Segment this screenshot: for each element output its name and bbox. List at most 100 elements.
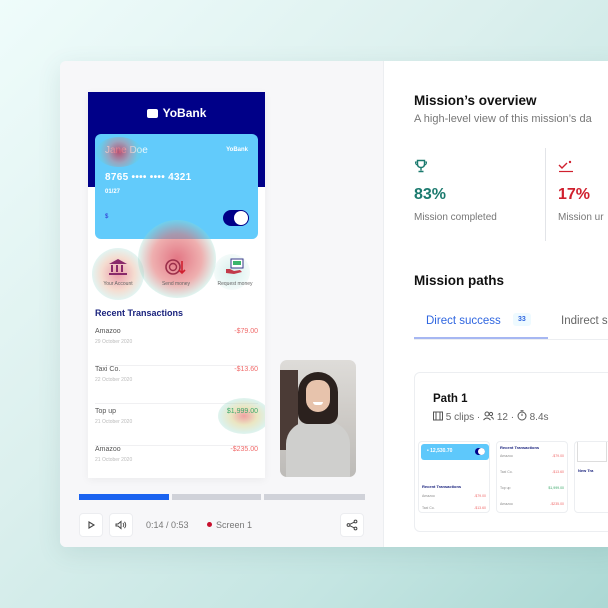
timer-icon — [517, 410, 527, 421]
thumb-row-amount: -$13.60 — [474, 506, 486, 510]
thumb-toggle — [475, 448, 485, 455]
thumb-row: Amazoo — [422, 494, 435, 498]
clip-progress[interactable] — [79, 494, 365, 500]
tx-date: 21 October 2020 — [95, 457, 133, 463]
transaction-row[interactable]: Amazoo 21 October 2020 -$235.00 — [95, 446, 258, 478]
progress-segment[interactable] — [79, 494, 169, 500]
wallet-icon — [146, 109, 158, 118]
tx-date: 22 October 2020 — [95, 377, 133, 383]
transaction-row[interactable]: Top up 21 October 2020 $1,999.00 — [95, 398, 265, 446]
users-count: 12 — [496, 412, 508, 423]
overview-title: Mission’s overview — [414, 93, 537, 108]
users-icon — [483, 411, 495, 421]
clip-thumbnail[interactable]: • 12,530.70 Recent Transactions Amazoo -… — [418, 441, 490, 513]
action-request-money[interactable]: Request money — [205, 258, 265, 287]
webcam-person-face — [306, 380, 330, 412]
stat-value: 17% — [558, 186, 591, 203]
path-title: Path 1 — [433, 393, 468, 405]
stat-label: Mission completed — [414, 212, 497, 223]
tx-amount: -$235.00 — [230, 446, 258, 453]
card-toggle[interactable] — [223, 210, 249, 226]
playback-time: 0:14 / 0:53 — [146, 520, 189, 530]
thumb-row: Taxi Co. — [422, 506, 435, 510]
path-meta: 5 clips · 12 · 8.4s — [433, 410, 549, 423]
clip-thumbnail[interactable]: New Tra — [574, 441, 608, 513]
thumb-row: Amazoo — [500, 454, 513, 458]
play-button[interactable] — [79, 513, 103, 537]
tx-amount: -$79.00 — [234, 328, 258, 335]
transaction-row[interactable]: Amazoo 29 October 2020 -$79.00 — [95, 328, 258, 366]
share-icon — [346, 519, 358, 531]
tab-count-badge: 33 — [513, 313, 531, 326]
stat-value: 83% — [414, 186, 447, 203]
webcam-person-body — [286, 422, 350, 477]
stat-label: Mission ur — [558, 212, 604, 223]
thumb-row: Amazoo — [500, 502, 513, 506]
clips-count: 5 clips — [445, 412, 475, 423]
stat-unfinished: 17% Mission ur — [558, 159, 604, 223]
trophy-icon — [414, 159, 428, 173]
card-expiry: 01/27 — [105, 189, 121, 195]
recent-transactions-title: Recent Transactions — [95, 308, 184, 318]
volume-button[interactable] — [109, 513, 133, 537]
tab-indirect-success[interactable]: Indirect s — [561, 315, 608, 327]
thumb-balance: • 12,530.70 — [427, 448, 453, 454]
stat-completed: 83% Mission completed — [414, 159, 497, 223]
request-money-icon — [224, 258, 246, 276]
transaction-row[interactable]: Taxi Co. 22 October 2020 -$13.60 — [95, 366, 258, 404]
tabs-divider — [414, 339, 608, 340]
thumb-card: • 12,530.70 — [421, 444, 489, 460]
action-label: Request money — [217, 281, 253, 287]
tx-amount: -$13.60 — [234, 366, 258, 373]
thumb-row-amount: -$79.00 — [552, 454, 564, 458]
clip-thumbnail[interactable]: Recent Transactions Amazoo -$79.00 Taxi … — [496, 441, 568, 513]
film-icon — [433, 411, 443, 421]
play-icon — [88, 521, 96, 529]
stats-divider — [545, 148, 546, 241]
card-currency: $ — [105, 214, 109, 220]
card-brand: YoBank — [226, 147, 248, 153]
thumb-row-amount: -$13.60 — [552, 470, 564, 474]
tx-name: Top up — [95, 408, 117, 415]
app-brand: YoBank — [88, 106, 265, 120]
quick-actions: Your Account Send money Request money — [88, 220, 265, 300]
thumb-row: Top up — [500, 486, 511, 490]
tab-label: Direct success — [426, 315, 501, 327]
card-number: 8765 •••• •••• 4321 — [105, 172, 192, 183]
thumb-title: Recent Transactions — [500, 445, 540, 450]
brand-name: YoBank — [162, 106, 207, 120]
thumb-row-amount: -$79.00 — [474, 494, 486, 498]
path-duration: 8.4s — [529, 412, 549, 423]
volume-icon — [115, 520, 127, 530]
phone-recording: YoBank Jane Doe YoBank 8765 •••• •••• 43… — [88, 92, 265, 478]
tx-amount: $1,999.00 — [226, 408, 258, 415]
progress-segment[interactable] — [172, 494, 261, 500]
record-dot-icon — [207, 522, 212, 527]
action-your-account[interactable]: Your Account — [88, 258, 148, 287]
thumb-row-amount: -$235.00 — [550, 502, 564, 506]
tab-direct-success[interactable]: Direct success 33 — [414, 301, 548, 339]
progress-fill — [79, 494, 169, 500]
thumb-row-amount: $1,999.00 — [548, 486, 564, 490]
tx-date: 29 October 2020 — [95, 339, 133, 345]
tx-name: Amazoo — [95, 328, 121, 335]
action-send-money[interactable]: Send money — [146, 258, 206, 287]
thumb-title: Recent Transactions — [422, 484, 462, 489]
bank-card: Jane Doe YoBank 8765 •••• •••• 4321 01/2… — [95, 134, 258, 239]
mission-details-panel: Mission’s overview A high-level view of … — [383, 61, 608, 547]
progress-segment[interactable] — [264, 494, 365, 500]
screen-label: Screen 1 — [216, 520, 253, 530]
path-card[interactable]: Path 1 5 clips · 12 · 8.4s • 12,530.70 R… — [414, 372, 608, 532]
share-button[interactable] — [340, 513, 364, 537]
thumb-title: New Tra — [578, 468, 594, 473]
tx-date: 21 October 2020 — [95, 419, 133, 425]
tx-name: Amazoo — [95, 446, 121, 453]
screen-indicator: Screen 1 — [207, 520, 252, 530]
unfinished-icon — [558, 160, 573, 173]
mission-paths-title: Mission paths — [414, 273, 505, 288]
thumb-image — [577, 442, 607, 462]
overview-subtitle: A high-level view of this mission’s da — [414, 113, 592, 125]
tester-webcam — [280, 360, 356, 477]
action-label: Send money — [161, 281, 191, 287]
send-money-icon — [165, 258, 187, 276]
